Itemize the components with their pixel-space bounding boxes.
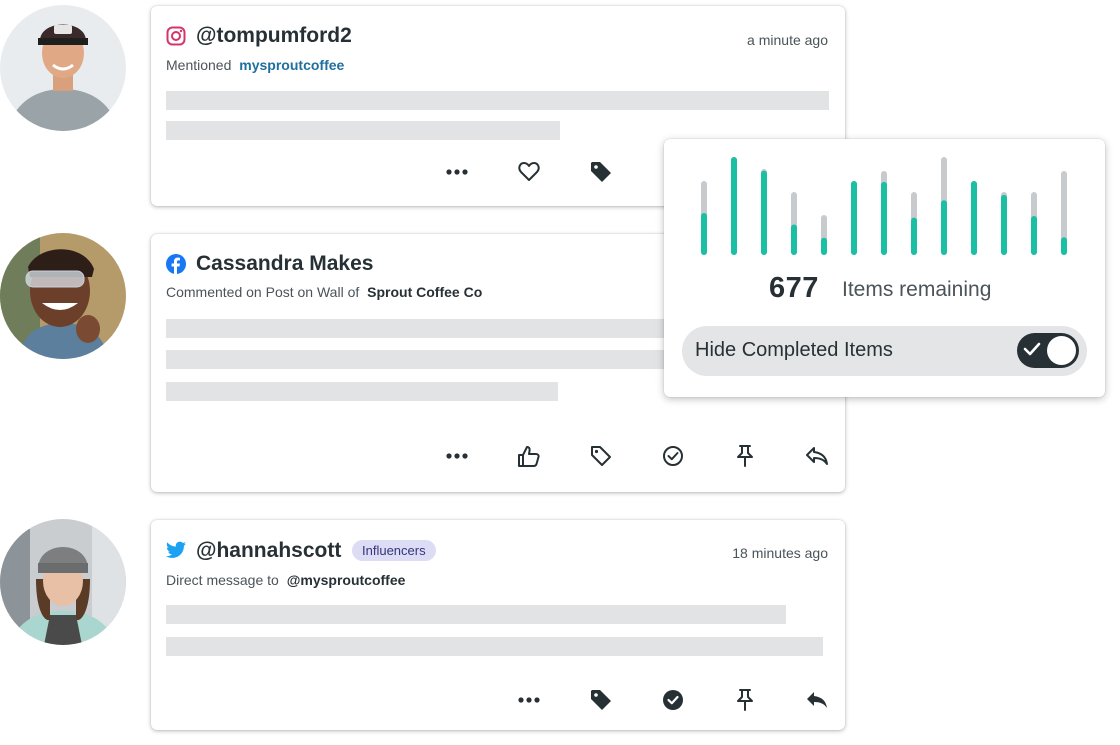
tag-outline-icon[interactable] [589, 444, 613, 468]
message-card-3[interactable]: @hannahscott Influencers 18 minutes ago … [151, 520, 845, 730]
heart-icon[interactable] [517, 160, 541, 184]
author-handle[interactable]: @tompumford2 [196, 24, 352, 48]
instagram-icon [166, 26, 186, 46]
progress-popover: 677 Items remaining Hide Completed Items [664, 139, 1105, 397]
author-handle[interactable]: Cassandra Makes [196, 252, 373, 276]
reply-icon[interactable] [805, 444, 829, 468]
thumbs-up-icon[interactable] [517, 444, 541, 468]
timestamp: a minute ago [747, 32, 828, 48]
progress-bars [701, 157, 1067, 255]
content-placeholder-line [166, 91, 829, 110]
reply-filled-icon[interactable] [805, 688, 829, 712]
more-icon[interactable] [445, 444, 469, 468]
context-text: Direct message to [166, 572, 279, 588]
pin-icon[interactable] [733, 444, 757, 468]
content-placeholder-line [166, 605, 786, 624]
tag-filled-icon[interactable] [589, 160, 613, 184]
message-context: Mentioned mysproutcoffee [166, 57, 344, 73]
recipient-account[interactable]: @mysproutcoffee [287, 572, 406, 588]
avatar-tompumford2 [0, 5, 126, 131]
content-placeholder-line [166, 637, 823, 656]
avatar-hannahscott [0, 519, 126, 645]
more-icon[interactable] [517, 688, 541, 712]
check-circle-filled-icon[interactable] [661, 688, 685, 712]
content-placeholder-line [166, 382, 558, 401]
more-icon[interactable] [445, 160, 469, 184]
items-remaining-count: 677 [769, 272, 819, 304]
page-name[interactable]: Sprout Coffee Co [367, 284, 482, 300]
tag-filled-icon[interactable] [589, 688, 613, 712]
context-text: Mentioned [166, 57, 232, 73]
author-handle[interactable]: @hannahscott [196, 539, 341, 563]
avatar-cassandra-makes [0, 233, 126, 359]
context-text: Commented on Post on Wall of [166, 284, 360, 300]
message-context: Direct message to @mysproutcoffee [166, 572, 405, 588]
mentioned-account-link[interactable]: mysproutcoffee [239, 57, 344, 73]
check-circle-icon[interactable] [661, 444, 685, 468]
message-context: Commented on Post on Wall of Sprout Coff… [166, 284, 482, 300]
pin-icon[interactable] [733, 688, 757, 712]
toggle-knob [1047, 336, 1076, 365]
items-remaining-label: Items remaining [842, 278, 992, 301]
influencers-badge: Influencers [352, 540, 436, 561]
hide-completed-toggle[interactable] [1017, 333, 1079, 368]
content-placeholder-line [166, 121, 560, 140]
check-icon [1023, 342, 1041, 361]
hide-completed-row[interactable]: Hide Completed Items [682, 326, 1087, 376]
timestamp: 18 minutes ago [732, 545, 828, 561]
twitter-icon [166, 541, 186, 561]
facebook-icon [166, 254, 186, 274]
hide-completed-label: Hide Completed Items [695, 339, 893, 361]
